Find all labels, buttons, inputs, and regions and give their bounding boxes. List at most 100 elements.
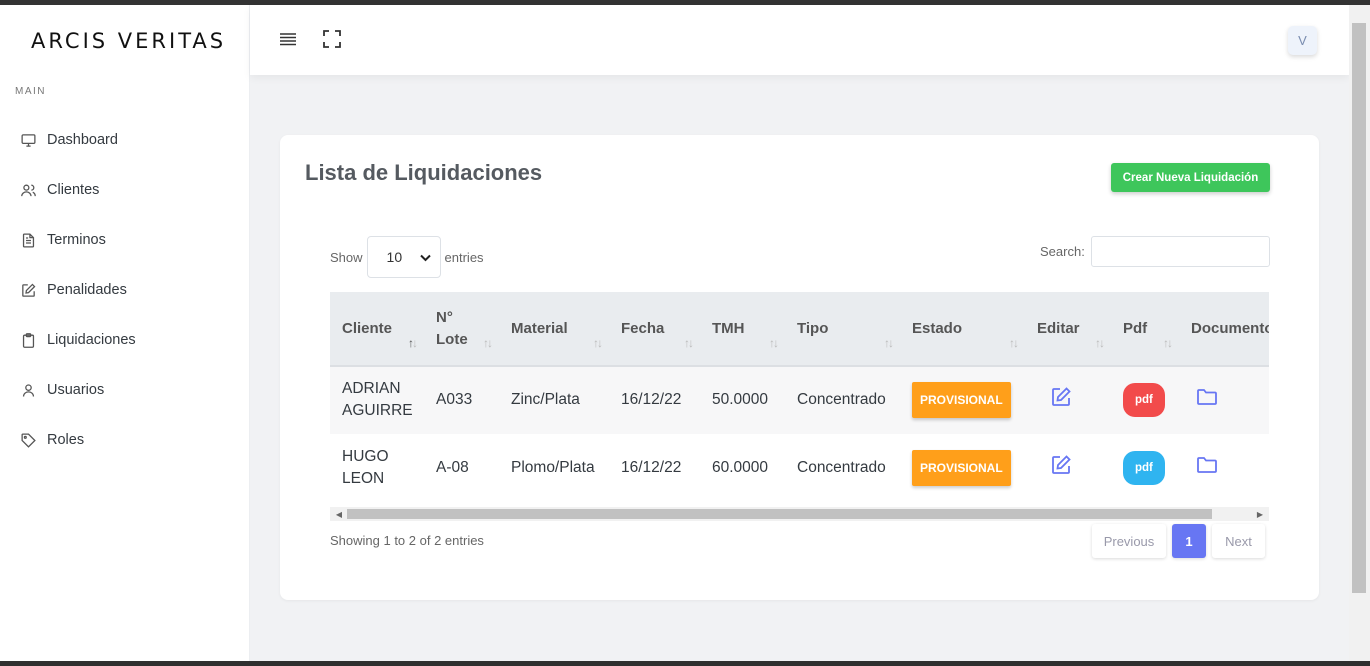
table-row: HUGO LEON A-08 Plomo/Plata 16/12/22 60.0… xyxy=(330,434,1269,502)
menu-toggle-button[interactable] xyxy=(277,30,299,52)
pdf-button[interactable]: pdf xyxy=(1123,451,1165,485)
sort-icon: ↑↓ xyxy=(1163,336,1173,350)
cell-estado: PROVISIONAL xyxy=(900,366,1025,434)
chevron-down-icon xyxy=(419,249,431,265)
next-page-button[interactable]: Next xyxy=(1212,524,1265,558)
entries-label: entries xyxy=(444,249,484,265)
scroll-right-arrow-icon[interactable]: ▶ xyxy=(1253,507,1267,521)
sidebar-item-label: Roles xyxy=(47,432,85,448)
sidebar-item-roles[interactable]: Roles xyxy=(0,415,249,465)
sidebar-item-clientes[interactable]: Clientes xyxy=(0,165,249,215)
cell-lote: A-08 xyxy=(436,459,469,476)
column-header-lote[interactable]: N° Lote ↑↓ xyxy=(424,292,499,366)
sidebar-item-label: Penalidades xyxy=(47,282,127,298)
column-header-cliente[interactable]: Cliente ↑↓ xyxy=(330,292,424,366)
cell-material: Zinc/Plata xyxy=(511,391,580,409)
create-liquidacion-button[interactable]: Crear Nueva Liquidación xyxy=(1111,163,1270,192)
scrollbar-thumb[interactable] xyxy=(1352,23,1366,593)
sidebar-item-penalidades[interactable]: Penalidades xyxy=(0,265,249,315)
column-header-estado[interactable]: Estado ↑↓ xyxy=(900,292,1025,366)
sidebar-item-liquidaciones[interactable]: Liquidaciones xyxy=(0,315,249,365)
page-1-button[interactable]: 1 xyxy=(1172,524,1206,558)
edit-icon[interactable] xyxy=(1049,385,1073,409)
table-row: ADRIAN AGUIRRE A033 Zinc/Plata 16/12/22 … xyxy=(330,366,1269,434)
status-badge: PROVISIONAL xyxy=(912,382,1011,419)
user-icon xyxy=(20,382,37,399)
file-text-icon xyxy=(20,232,37,249)
page-vertical-scrollbar[interactable] xyxy=(1349,5,1370,661)
cell-estado: PROVISIONAL xyxy=(900,434,1025,502)
column-header-pdf[interactable]: Pdf ↑↓ xyxy=(1111,292,1179,366)
column-header-editar[interactable]: Editar ↑↓ xyxy=(1025,292,1111,366)
sidebar: ARCIS VERITAS MAIN Dashboard Clientes Te… xyxy=(0,5,250,661)
sidebar-item-dashboard[interactable]: Dashboard xyxy=(0,115,249,165)
cell-cliente: HUGO LEON xyxy=(342,448,389,487)
sidebar-item-label: Liquidaciones xyxy=(47,332,136,348)
column-header-fecha[interactable]: Fecha ↑↓ xyxy=(609,292,700,366)
sidebar-nav: Dashboard Clientes Terminos Penalidades … xyxy=(0,115,249,465)
fullscreen-button[interactable] xyxy=(321,29,343,53)
sort-icon: ↑↓ xyxy=(684,336,694,350)
tag-icon xyxy=(20,432,37,449)
menu-icon xyxy=(279,32,297,51)
cell-fecha: 16/12/22 xyxy=(621,391,682,409)
search-input[interactable] xyxy=(1090,236,1270,267)
user-avatar[interactable]: V xyxy=(1288,26,1317,55)
cell-lote: A033 xyxy=(436,391,473,409)
cell-documento xyxy=(1179,366,1269,434)
column-header-tmh[interactable]: TMH ↑↓ xyxy=(700,292,785,366)
cell-editar xyxy=(1025,434,1111,502)
cell-documento xyxy=(1179,434,1269,502)
status-badge: PROVISIONAL xyxy=(912,450,1011,486)
sort-icon: ↑↓ xyxy=(593,336,603,350)
column-header-tipo[interactable]: Tipo ↑↓ xyxy=(785,292,900,366)
search-label: Search: xyxy=(1040,244,1085,259)
sidebar-item-label: Dashboard xyxy=(47,132,118,148)
users-icon xyxy=(20,182,37,199)
sidebar-item-usuarios[interactable]: Usuarios xyxy=(0,365,249,415)
folder-icon[interactable] xyxy=(1195,453,1219,477)
scroll-left-arrow-icon[interactable]: ◀ xyxy=(332,507,346,521)
sidebar-item-label: Terminos xyxy=(47,232,106,248)
cell-fecha: 16/12/22 xyxy=(621,459,682,476)
sort-icon: ↑↓ xyxy=(884,336,894,350)
top-header: V xyxy=(250,5,1349,75)
table-horizontal-scrollbar[interactable]: ◀ ▶ xyxy=(330,507,1269,521)
column-header-documento[interactable]: Documento xyxy=(1179,292,1269,366)
monitor-icon xyxy=(20,132,37,149)
clipboard-icon xyxy=(20,332,37,349)
pdf-button[interactable]: pdf xyxy=(1123,383,1165,418)
cell-tipo: Concentrado xyxy=(797,391,886,409)
column-header-material[interactable]: Material ↑↓ xyxy=(499,292,609,366)
sort-icon: ↑↓ xyxy=(1095,336,1105,350)
cell-tmh: 50.0000 xyxy=(712,391,769,409)
sort-asc-icon: ↑↓ xyxy=(408,336,418,350)
brand-logo[interactable]: ARCIS VERITAS xyxy=(31,29,226,53)
entries-select[interactable]: 10 xyxy=(366,236,441,278)
liquidaciones-table-wrapper: Cliente ↑↓ N° Lote ↑↓ Material ↑↓ Fecha ↑↓ T… xyxy=(330,292,1269,506)
cell-pdf: pdf xyxy=(1111,434,1179,502)
sort-icon: ↑↓ xyxy=(483,336,493,350)
cell-tmh: 60.0000 xyxy=(712,459,769,476)
previous-page-button[interactable]: Previous xyxy=(1092,524,1166,558)
window-bottom-border xyxy=(0,661,1370,666)
folder-icon[interactable] xyxy=(1195,385,1219,409)
edit-icon xyxy=(20,282,37,299)
edit-icon[interactable] xyxy=(1049,453,1073,477)
table-info: Showing 1 to 2 of 2 entries xyxy=(330,533,484,548)
main-content: V Lista de Liquidaciones Crear Nueva Liq… xyxy=(250,5,1349,661)
page-title: Lista de Liquidaciones xyxy=(305,160,543,185)
cell-pdf: pdf xyxy=(1111,366,1179,434)
cell-tipo: Concentrado xyxy=(797,459,886,476)
liquidaciones-table: Cliente ↑↓ N° Lote ↑↓ Material ↑↓ Fecha ↑↓ T… xyxy=(330,292,1269,503)
pagination: Previous 1 Next xyxy=(1092,524,1265,558)
table-search: Search: xyxy=(1040,236,1270,267)
liquidaciones-card: Lista de Liquidaciones Crear Nueva Liqui… xyxy=(280,135,1319,600)
sidebar-item-terminos[interactable]: Terminos xyxy=(0,215,249,265)
entries-select-value: 10 xyxy=(386,249,403,265)
cell-cliente: ADRIAN AGUIRRE xyxy=(342,380,413,420)
sidebar-item-label: Usuarios xyxy=(47,382,105,398)
scrollbar-thumb[interactable] xyxy=(347,509,1212,519)
sort-icon: ↑↓ xyxy=(769,336,779,350)
fullscreen-icon xyxy=(323,29,341,53)
